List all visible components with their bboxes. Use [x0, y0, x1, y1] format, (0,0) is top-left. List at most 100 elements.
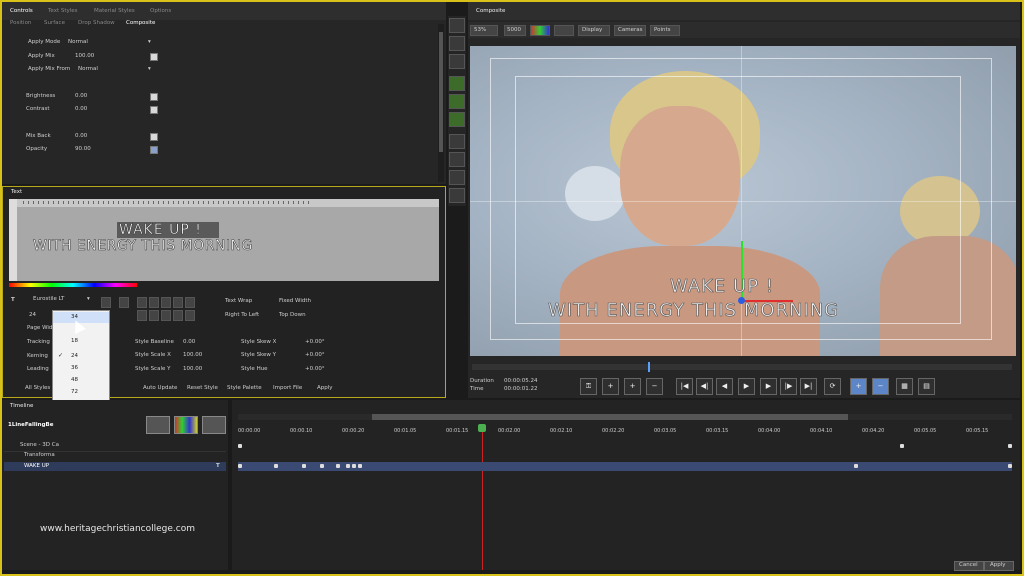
menu-item[interactable]: 72 [53, 387, 109, 398]
prop-value[interactable]: 100.00 [75, 53, 94, 60]
keyframe[interactable] [336, 464, 340, 468]
keyframe[interactable] [1008, 444, 1012, 448]
play-icon[interactable]: ▶ [738, 378, 755, 395]
font-name[interactable]: Eurostile LT [33, 296, 64, 303]
underline-button[interactable] [173, 297, 183, 308]
prop-value[interactable]: 0.00 [75, 93, 87, 100]
key-icon[interactable]: ⚿ [580, 378, 597, 395]
mini-playhead[interactable] [648, 362, 650, 372]
playhead-marker[interactable] [478, 424, 486, 432]
font-size[interactable]: 24 [29, 312, 36, 319]
tab-options[interactable]: Options [150, 8, 171, 15]
dropdown-arrow-icon[interactable]: ▾ [87, 296, 90, 303]
auto-update-toggle[interactable]: Auto Update [143, 385, 177, 392]
strike-button[interactable] [185, 297, 195, 308]
view-options-icon[interactable] [554, 25, 574, 36]
subtab-position[interactable]: Position [10, 20, 31, 27]
go-start-icon[interactable]: |◀ [676, 378, 693, 395]
zoom-out-icon[interactable]: − [872, 378, 889, 395]
prop-value[interactable]: 0.00 [75, 133, 87, 140]
keyframe[interactable] [238, 444, 242, 448]
add-key-icon[interactable]: + [602, 378, 619, 395]
go-end-icon[interactable]: ▶| [800, 378, 817, 395]
step-back-icon[interactable]: ◀ [716, 378, 733, 395]
prop-value[interactable]: 0.00 [75, 106, 87, 113]
move-tool-icon[interactable] [449, 76, 465, 91]
add-key-alt-icon[interactable]: + [624, 378, 641, 395]
remove-key-icon[interactable]: − [646, 378, 663, 395]
checkbox[interactable] [150, 93, 158, 101]
rotate-tool-icon[interactable] [449, 112, 465, 127]
cameras-button[interactable]: Cameras [614, 25, 646, 36]
apply-button[interactable]: Apply [317, 385, 333, 392]
timeline-tool-button[interactable] [146, 416, 170, 434]
rect-tool-icon[interactable] [449, 170, 465, 185]
track-lane-layer[interactable] [238, 462, 1012, 471]
align-left-button[interactable] [137, 310, 147, 321]
mini-timeline[interactable] [472, 362, 1012, 372]
subtab-composite[interactable]: Composite [126, 20, 155, 27]
keyframe[interactable] [854, 464, 858, 468]
style-palette-button[interactable]: Style Palette [227, 385, 262, 392]
hand-tool-icon[interactable] [449, 54, 465, 69]
keyframe[interactable] [320, 464, 324, 468]
scrollbar-thumb[interactable] [439, 32, 443, 152]
prop-value[interactable]: Normal [78, 66, 98, 73]
display-button[interactable]: Display [578, 25, 610, 36]
style-value[interactable]: +0.00° [305, 366, 325, 373]
pen-tool-icon[interactable] [449, 134, 465, 149]
line-tool-icon[interactable] [449, 152, 465, 167]
channels-icon[interactable] [530, 25, 550, 36]
style-value[interactable]: +0.00° [305, 352, 325, 359]
bold-button[interactable] [149, 297, 159, 308]
track-lane-scene[interactable] [238, 442, 1012, 450]
step-forward-icon[interactable]: ▶ [760, 378, 777, 395]
normal-button[interactable] [137, 297, 147, 308]
keyframe[interactable] [302, 464, 306, 468]
checkbox[interactable] [150, 53, 158, 61]
option-fixed-width[interactable]: Fixed Width [279, 298, 311, 305]
loop-icon[interactable]: ⟳ [824, 378, 841, 395]
keyframe[interactable] [352, 464, 356, 468]
dropdown-arrow-icon[interactable]: ▾ [148, 39, 151, 46]
option-top-down[interactable]: Top Down [279, 312, 306, 319]
keyframe[interactable] [358, 464, 362, 468]
layer-row[interactable]: WAKE UP [24, 463, 49, 470]
checkbox[interactable] [150, 146, 158, 154]
scale-tool-icon[interactable] [449, 94, 465, 109]
justify-button[interactable] [173, 310, 183, 321]
render-icon[interactable]: ▦ [896, 378, 913, 395]
color-bars-icon[interactable] [174, 416, 198, 434]
text-edit-area[interactable]: WAKE UP ! WITH ENERGY THIS MORNING [17, 207, 439, 281]
style-value[interactable]: 0.00 [183, 339, 195, 346]
keyframe[interactable] [346, 464, 350, 468]
menu-item[interactable]: 48 [53, 375, 109, 386]
prop-value[interactable]: Normal [68, 39, 88, 46]
timeline-scroll-thumb[interactable] [372, 414, 848, 420]
text-line-2[interactable]: WITH ENERGY THIS MORNING [33, 238, 253, 255]
viewer-canvas[interactable]: WAKE UP ! WITH ENERGY THIS MORNING [470, 46, 1016, 356]
text-tool-icon[interactable]: T [11, 297, 15, 304]
time-ruler[interactable]: 00:00.00 00:00.10 00:00.20 00:01.05 00:0… [238, 428, 1012, 440]
all-styles-dropdown[interactable]: All Styles [25, 385, 50, 392]
dropdown-arrow-icon[interactable]: ▾ [148, 66, 151, 73]
subtab-surface[interactable]: Surface [44, 20, 65, 27]
tab-text-styles[interactable]: Text Styles [48, 8, 78, 15]
menu-item[interactable]: 36 [53, 363, 109, 374]
select-tool-icon[interactable] [449, 18, 465, 33]
menu-item[interactable]: 24 ✓ [53, 351, 109, 362]
prev-key-icon[interactable]: ◀| [696, 378, 713, 395]
folder-icon[interactable] [202, 416, 226, 434]
italic-button[interactable] [161, 297, 171, 308]
tab-controls[interactable]: Controls [10, 8, 33, 15]
cancel-button[interactable]: Cancel [954, 561, 984, 571]
keyframe[interactable] [238, 464, 242, 468]
checkbox[interactable] [150, 133, 158, 141]
keyframe[interactable] [274, 464, 278, 468]
zoom-in-icon[interactable]: + [850, 378, 867, 395]
style-value[interactable]: 100.00 [183, 366, 202, 373]
option-right-to-left[interactable]: Right To Left [225, 312, 259, 319]
reset-style-button[interactable]: Reset Style [187, 385, 218, 392]
tab-material-styles[interactable]: Material Styles [94, 8, 135, 15]
align-up-button[interactable] [101, 297, 111, 308]
